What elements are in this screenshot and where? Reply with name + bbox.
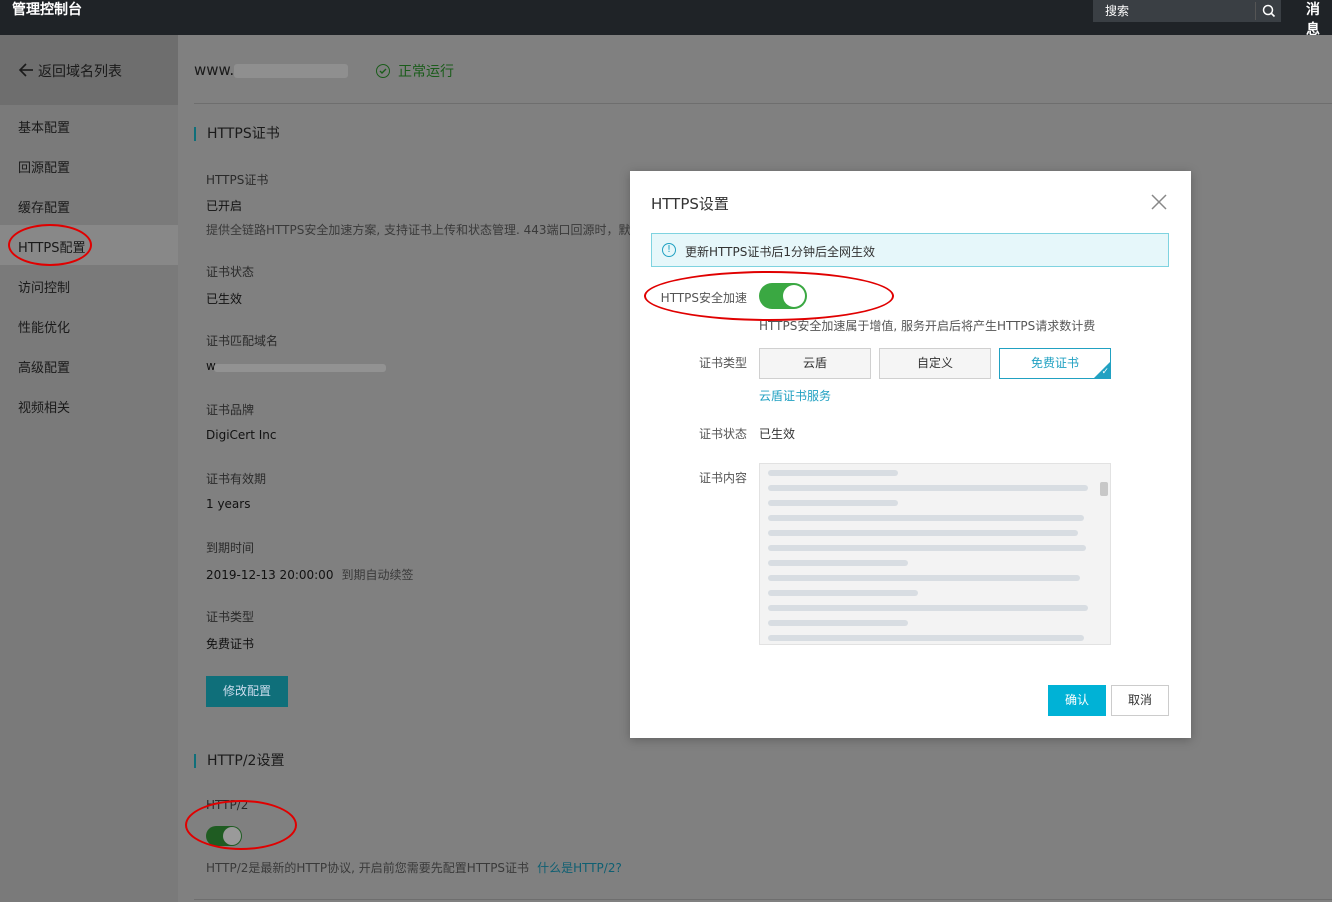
domain-status: 正常运行 [376,61,454,81]
cert-match-blurred [214,364,386,372]
divider [194,103,1332,104]
expire-value: 2019-12-13 20:00:00 到期自动续签 [206,566,413,583]
dialog-title: HTTPS设置 [651,195,729,213]
cert-type-yundun[interactable]: 云盾 [759,348,871,379]
confirm-button[interactable]: 确认 [1048,685,1106,716]
https-cert-desc: 提供全链路HTTPS安全加速方案, 支持证书上传和状态管理. 443端口回源时，… [206,223,643,237]
blurred-line [768,635,1084,641]
cert-type-label: 证书类型 [206,610,255,624]
blurred-line [768,605,1088,611]
status-text: 正常运行 [398,64,454,80]
cert-type-value: 免费证书 [206,637,255,651]
sidebar-item-label: 访问控制 [18,281,71,296]
what-is-http2-link[interactable]: 什么是HTTP/2? [537,861,622,875]
top-bar: 管理控制台 搜索 消息 [0,0,1332,38]
https-settings-dialog: HTTPS设置 ! 更新HTTPS证书后1分钟后全网生效 HTTPS安全加速 H… [630,171,1191,738]
blurred-line [768,470,898,476]
messages-link[interactable]: 消息 [1306,0,1332,40]
arrow-left-icon [18,63,33,77]
console-title[interactable]: 管理控制台 [12,0,82,20]
https-cert-label: HTTPS证书 [206,173,269,187]
sidebar-item-origin[interactable]: 回源配置 [0,145,178,185]
blurred-line [768,515,1084,521]
check-circle-icon [376,64,390,78]
search-box[interactable]: 搜索 [1093,0,1281,22]
sidebar-item-basic[interactable]: 基本配置 [0,105,178,145]
cert-validity-value: 1 years [206,497,251,511]
sidebar-item-performance[interactable]: 性能优化 [0,305,178,345]
sidebar-item-label: 缓存配置 [18,201,71,216]
cert-content-textarea[interactable] [759,463,1111,645]
annotation-oval-https-nav [8,224,92,266]
http2-section-title: HTTP/2设置 [194,754,284,768]
cert-match-label: 证书匹配域名 [206,334,279,348]
https-section-title: HTTPS证书 [194,127,280,141]
cert-service-link[interactable]: 云盾证书服务 [759,387,831,404]
blurred-line [768,575,1080,581]
cert-brand-value: DigiCert Inc [206,428,277,442]
cancel-button[interactable]: 取消 [1111,685,1169,716]
cert-type-custom[interactable]: 自定义 [879,348,991,379]
notice-text: 更新HTTPS证书后1分钟后全网生效 [685,245,875,259]
sidebar-item-label: 性能优化 [18,321,71,336]
edit-config-button[interactable]: 修改配置 [206,676,288,707]
domain-prefix: www. [194,61,235,79]
back-to-domain-list[interactable]: 返回域名列表 [0,35,178,105]
divider [194,899,1332,900]
close-icon[interactable] [1150,193,1168,211]
cert-content-label: 证书内容 [698,471,747,485]
blurred-line [768,500,898,506]
check-icon: ✓ [1101,367,1109,377]
sidebar-item-cache[interactable]: 缓存配置 [0,185,178,225]
blurred-line [768,560,908,566]
cert-status-label: 证书状态 [206,265,255,279]
cert-status-value: 已生效 [206,292,243,306]
sidebar-item-label: 基本配置 [18,121,71,136]
sidebar: 返回域名列表 基本配置 回源配置 缓存配置 HTTPS配置 访问控制 性能优化 … [0,35,178,902]
https-cert-value: 已开启 [206,199,243,213]
blurred-line [768,530,1078,536]
expire-label: 到期时间 [206,541,255,555]
sidebar-item-label: 高级配置 [18,361,71,376]
info-notice: ! 更新HTTPS证书后1分钟后全网生效 [651,233,1169,267]
info-icon: ! [662,243,676,257]
annotation-oval-http2-toggle [185,800,297,850]
sidebar-item-advanced[interactable]: 高级配置 [0,345,178,385]
sidebar-item-video[interactable]: 视频相关 [0,385,178,425]
domain-name: www. [194,61,349,79]
expire-note: 到期自动续签 [341,568,414,582]
search-icon[interactable] [1261,3,1277,19]
cert-status-value: 已生效 [759,427,796,441]
cert-status-label: 证书状态 [698,427,747,441]
blurred-line [768,545,1086,551]
annotation-oval-https-accel [644,271,894,321]
cert-type-label: 证书类型 [698,356,747,370]
http2-desc: HTTP/2是最新的HTTP协议, 开启前您需要先配置HTTPS证书 什么是HTT… [206,859,622,876]
cert-type-free[interactable]: 免费证书 ✓ [999,348,1111,379]
domain-blurred [234,63,349,78]
search-placeholder[interactable]: 搜索 [1105,2,1129,19]
expire-date: 2019-12-13 20:00:00 [206,568,334,582]
sidebar-item-access-control[interactable]: 访问控制 [0,265,178,305]
blurred-line [768,620,908,626]
blurred-line [768,485,1088,491]
cert-brand-label: 证书品牌 [206,403,255,417]
sidebar-item-label: 视频相关 [18,401,71,416]
scrollbar-thumb[interactable] [1100,482,1108,496]
sidebar-item-label: 回源配置 [18,161,71,176]
cert-type-free-label: 免费证书 [1030,356,1079,370]
cert-validity-label: 证书有效期 [206,472,267,486]
blurred-line [768,590,918,596]
http2-desc-text: HTTP/2是最新的HTTP协议, 开启前您需要先配置HTTPS证书 [206,861,530,875]
back-label: 返回域名列表 [38,64,122,80]
search-divider [1255,2,1256,20]
